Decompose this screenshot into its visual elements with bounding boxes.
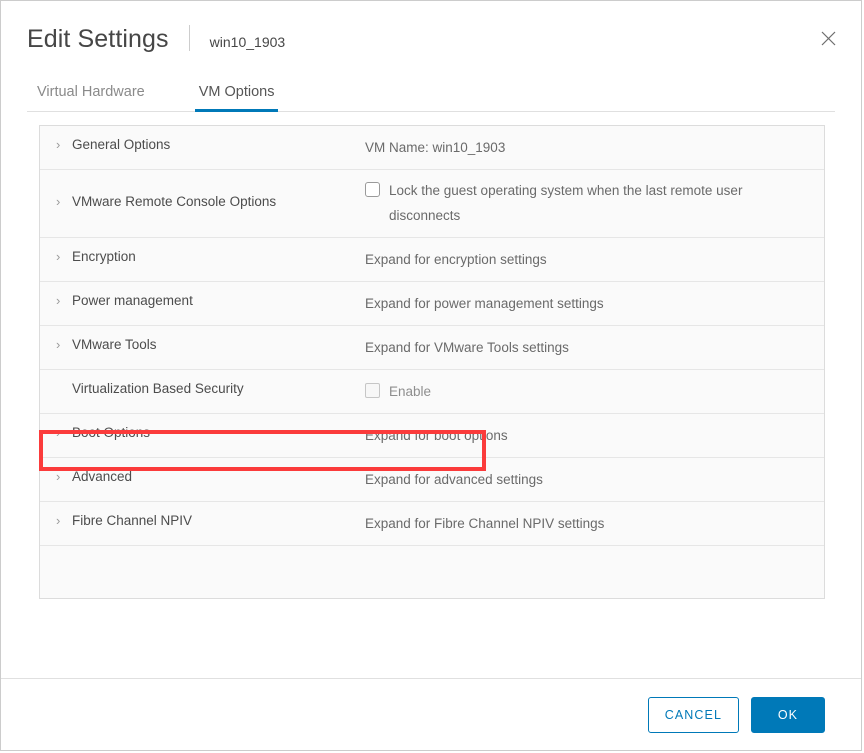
row-value-text: Expand for encryption settings	[365, 252, 547, 267]
chevron-right-icon: ›	[56, 292, 61, 308]
panel-empty-area	[40, 546, 824, 598]
row-label-text: VMware Tools	[72, 336, 157, 352]
row-label-text: Boot Options	[72, 424, 151, 440]
title-divider	[188, 25, 190, 51]
row-label-text: Power management	[72, 292, 193, 308]
row-label-text: Encryption	[72, 248, 136, 264]
chevron-right-icon: ›	[56, 248, 61, 264]
row-value-vmware-tools: Expand for VMware Tools settings	[365, 326, 824, 369]
vm-name-subtitle: win10_1903	[209, 34, 286, 50]
chevron-right-icon: ›	[56, 512, 61, 528]
close-icon[interactable]	[813, 23, 843, 53]
row-label-text: Virtualization Based Security	[72, 380, 244, 396]
ok-button[interactable]: OK	[751, 696, 825, 733]
settings-row-boot-options[interactable]: › Boot Options Expand for boot options	[40, 414, 824, 458]
row-value-virtualization-based-security: Enable	[365, 370, 824, 413]
row-value-fibre-channel-npiv: Expand for Fibre Channel NPIV settings	[365, 502, 824, 545]
tab-virtual-hardware[interactable]: Virtual Hardware	[33, 78, 149, 112]
row-value-text: Expand for power management settings	[365, 296, 604, 311]
tab-vm-options[interactable]: VM Options	[194, 78, 279, 112]
row-value-power-management: Expand for power management settings	[365, 282, 824, 325]
dialog-body: › General Options VM Name: win10_1903 › …	[1, 112, 861, 678]
chevron-right-icon: ›	[56, 136, 61, 152]
row-label-vmware-tools[interactable]: › VMware Tools	[40, 326, 365, 362]
settings-row-power-management[interactable]: › Power management Expand for power mana…	[40, 282, 824, 326]
row-value-boot-options: Expand for boot options	[365, 414, 824, 457]
chevron-right-icon: ›	[56, 193, 61, 209]
row-label-power-management[interactable]: › Power management	[40, 282, 365, 318]
row-label-text: VMware Remote Console Options	[72, 193, 277, 209]
close-glyph	[821, 31, 835, 45]
tab-bar: Virtual Hardware VM Options	[27, 77, 835, 112]
checkbox-line: Enable	[365, 379, 812, 404]
row-label-vmware-remote-console-options[interactable]: › VMware Remote Console Options	[40, 170, 365, 232]
row-label-fibre-channel-npiv[interactable]: › Fibre Channel NPIV	[40, 502, 365, 538]
vbs-enable-checkbox[interactable]	[365, 383, 380, 398]
row-value-text: Expand for VMware Tools settings	[365, 340, 569, 355]
row-label-text: General Options	[72, 136, 171, 152]
edit-settings-dialog: Edit Settings win10_1903 Virtual Hardwar…	[0, 0, 862, 751]
row-value-text: Expand for boot options	[365, 428, 508, 443]
chevron-right-icon: ›	[56, 424, 61, 440]
page-title: Edit Settings	[27, 25, 169, 53]
dialog-footer: CANCEL OK	[1, 678, 861, 750]
title-row: Edit Settings win10_1903	[27, 21, 835, 63]
row-label-text: Fibre Channel NPIV	[72, 512, 193, 528]
row-label-encryption[interactable]: › Encryption	[40, 238, 365, 274]
settings-row-general-options[interactable]: › General Options VM Name: win10_1903	[40, 126, 824, 170]
settings-row-vmware-tools[interactable]: › VMware Tools Expand for VMware Tools s…	[40, 326, 824, 370]
chevron-right-icon: ›	[56, 468, 61, 484]
settings-row-fibre-channel-npiv[interactable]: › Fibre Channel NPIV Expand for Fibre Ch…	[40, 502, 824, 546]
checkbox-line: Lock the guest operating system when the…	[365, 178, 812, 228]
row-value-text: Expand for Fibre Channel NPIV settings	[365, 516, 605, 531]
settings-row-advanced[interactable]: › Advanced Expand for advanced settings	[40, 458, 824, 502]
row-value-vmware-remote-console-options: Lock the guest operating system when the…	[365, 170, 824, 237]
cancel-button[interactable]: CANCEL	[647, 696, 739, 733]
row-value-text: VM Name: win10_1903	[365, 140, 506, 155]
row-label-text: Advanced	[72, 468, 133, 484]
row-label-advanced[interactable]: › Advanced	[40, 458, 365, 494]
row-value-encryption: Expand for encryption settings	[365, 238, 824, 281]
lock-guest-os-label: Lock the guest operating system when the…	[389, 183, 743, 223]
row-value-advanced: Expand for advanced settings	[365, 458, 824, 501]
settings-panel: › General Options VM Name: win10_1903 › …	[39, 125, 825, 599]
row-value-text: Expand for advanced settings	[365, 472, 543, 487]
dialog-header: Edit Settings win10_1903 Virtual Hardwar…	[1, 1, 861, 112]
vbs-enable-label: Enable	[389, 384, 432, 399]
row-label-general-options[interactable]: › General Options	[40, 126, 365, 162]
settings-row-vmware-remote-console-options[interactable]: › VMware Remote Console Options Lock the…	[40, 170, 824, 238]
settings-row-encryption[interactable]: › Encryption Expand for encryption setti…	[40, 238, 824, 282]
row-label-boot-options[interactable]: › Boot Options	[40, 414, 365, 450]
settings-row-virtualization-based-security[interactable]: Virtualization Based Security Enable	[40, 370, 824, 414]
lock-guest-os-checkbox[interactable]	[365, 182, 380, 197]
row-value-general-options: VM Name: win10_1903	[365, 126, 824, 169]
chevron-right-icon: ›	[56, 336, 61, 352]
row-label-virtualization-based-security: Virtualization Based Security	[40, 370, 365, 406]
